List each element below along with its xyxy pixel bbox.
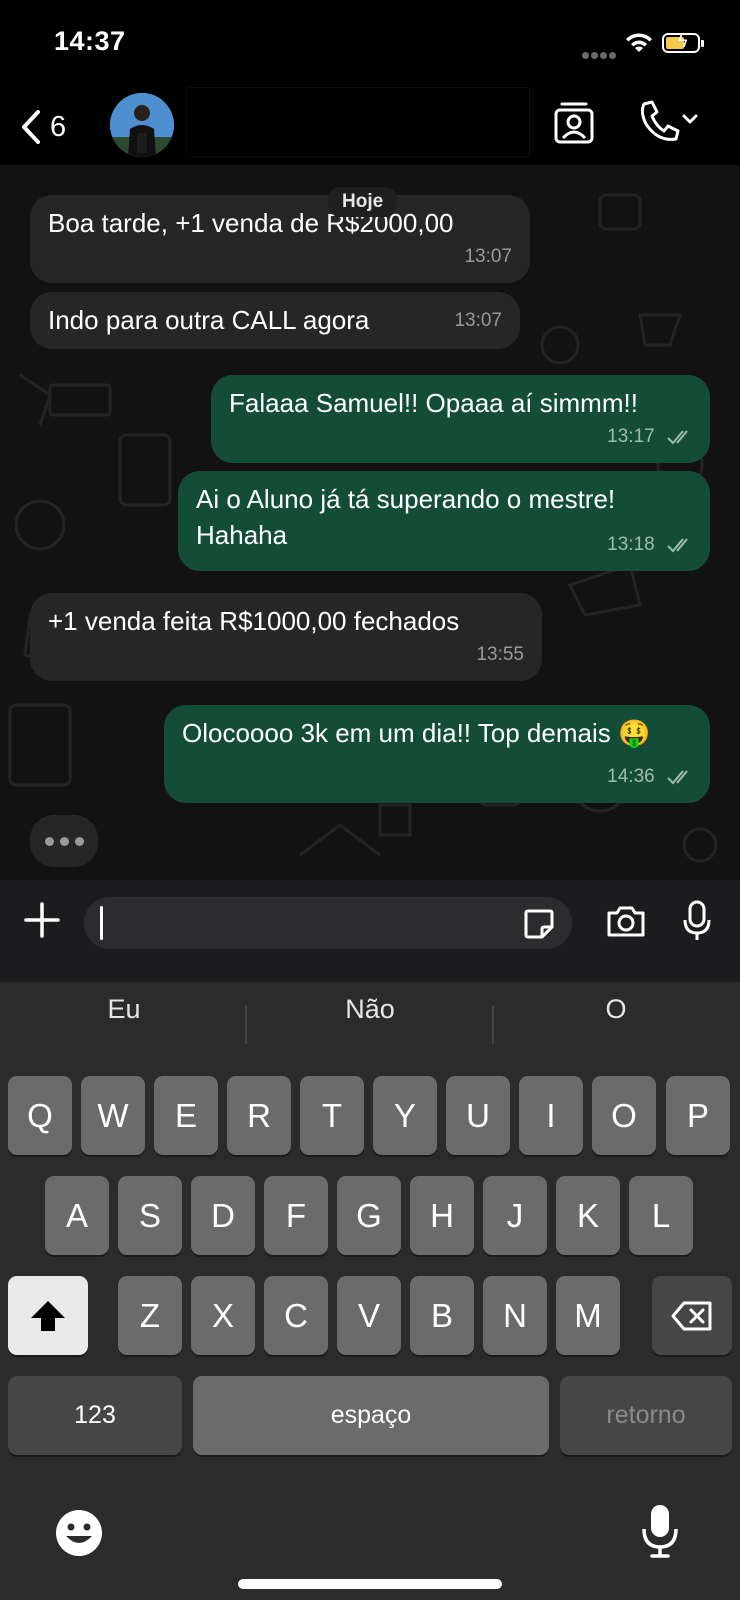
key-a[interactable]: A xyxy=(45,1176,109,1255)
message-time: 13:55 xyxy=(476,644,524,665)
return-key[interactable]: retorno xyxy=(560,1376,732,1455)
key-h[interactable]: H xyxy=(410,1176,474,1255)
shift-key[interactable] xyxy=(8,1276,88,1355)
battery-icon: ϟ xyxy=(662,31,704,53)
key-u[interactable]: U xyxy=(446,1076,510,1155)
key-z[interactable]: Z xyxy=(118,1276,182,1355)
key-i[interactable]: I xyxy=(519,1076,583,1155)
key-v[interactable]: V xyxy=(337,1276,401,1355)
key-g[interactable]: G xyxy=(337,1176,401,1255)
key-t[interactable]: T xyxy=(300,1076,364,1155)
contact-card-icon[interactable] xyxy=(552,98,596,146)
message-bubble-incoming[interactable]: +1 venda feita R$1000,00 fechados 13:55 xyxy=(30,593,542,681)
key-q[interactable]: Q xyxy=(8,1076,72,1155)
unread-count: 6 xyxy=(50,110,67,143)
camera-icon[interactable] xyxy=(605,903,647,939)
message-input[interactable] xyxy=(84,897,572,949)
key-s[interactable]: S xyxy=(118,1176,182,1255)
suggestion-item[interactable]: Eu xyxy=(4,994,244,1025)
key-l[interactable]: L xyxy=(629,1176,693,1255)
plus-icon[interactable] xyxy=(22,900,62,940)
message-time: 13:07 xyxy=(454,310,502,331)
key-o[interactable]: O xyxy=(592,1076,656,1155)
message-time: 13:17 xyxy=(607,426,655,447)
message-list[interactable]: Boa tarde, +1 venda de R$2000,00 13:07 H… xyxy=(0,165,740,880)
numbers-key[interactable]: 123 xyxy=(8,1376,182,1455)
delete-icon xyxy=(671,1301,712,1330)
key-b[interactable]: B xyxy=(410,1276,474,1355)
backspace-key[interactable] xyxy=(652,1276,732,1355)
contact-avatar[interactable] xyxy=(110,93,174,157)
contact-name-redacted[interactable] xyxy=(186,87,530,157)
read-receipt-icon xyxy=(667,770,688,785)
message-time: 13:18 xyxy=(607,534,655,555)
key-r[interactable]: R xyxy=(227,1076,291,1155)
key-j[interactable]: J xyxy=(483,1176,547,1255)
suggestion-bar: Eu Não O xyxy=(0,982,740,1052)
cellular-signal-icon xyxy=(582,46,618,64)
key-f[interactable]: F xyxy=(264,1176,328,1255)
date-divider: Hoje xyxy=(328,187,398,217)
phone-call-icon[interactable] xyxy=(636,98,700,146)
message-text: Olocoooo 3k em um dia!! Top demais 🤑 xyxy=(182,718,651,748)
shift-arrow-icon xyxy=(31,1300,65,1331)
wifi-icon xyxy=(626,33,652,52)
key-m[interactable]: M xyxy=(556,1276,620,1355)
key-e[interactable]: E xyxy=(154,1076,218,1155)
message-time: 13:07 xyxy=(464,246,512,267)
key-w[interactable]: W xyxy=(81,1076,145,1155)
message-text: +1 venda feita R$1000,00 fechados xyxy=(48,606,460,636)
message-bubble-incoming[interactable]: Indo para outra CALL agora 13:07 xyxy=(30,292,520,349)
message-meta: 14:36 xyxy=(607,759,694,795)
message-bubble-outgoing[interactable]: Ai o Aluno já tá superando o mestre! Hah… xyxy=(178,471,710,571)
back-button[interactable]: 6 xyxy=(20,104,66,150)
key-d[interactable]: D xyxy=(191,1176,255,1255)
message-bubble-incoming[interactable]: Boa tarde, +1 venda de R$2000,00 13:07 xyxy=(30,195,530,283)
status-bar: 14:37 ϟ xyxy=(0,0,740,90)
typing-indicator xyxy=(30,815,98,867)
message-bubble-outgoing[interactable]: Olocoooo 3k em um dia!! Top demais 🤑 14:… xyxy=(164,705,710,803)
message-time: 14:36 xyxy=(607,766,655,787)
suggestion-item[interactable]: Não xyxy=(250,994,490,1025)
space-key[interactable]: espaço xyxy=(193,1376,549,1455)
key-y[interactable]: Y xyxy=(373,1076,437,1155)
message-text: Falaaa Samuel!! Opaaa aí simmm!! xyxy=(229,388,638,418)
key-p[interactable]: P xyxy=(666,1076,730,1155)
dictation-microphone-icon[interactable] xyxy=(640,1502,680,1560)
message-meta: 13:18 xyxy=(607,527,694,563)
status-time: 14:37 xyxy=(54,26,126,56)
key-n[interactable]: N xyxy=(483,1276,547,1355)
chevron-left-icon xyxy=(22,110,40,144)
message-bubble-outgoing[interactable]: Falaaa Samuel!! Opaaa aí simmm!! 13:17 xyxy=(211,375,710,463)
composer-bar xyxy=(0,880,740,982)
text-cursor xyxy=(100,906,103,940)
key-x[interactable]: X xyxy=(191,1276,255,1355)
sticker-icon[interactable] xyxy=(522,907,556,941)
emoji-icon[interactable] xyxy=(54,1508,104,1558)
chat-header: 6 xyxy=(0,87,740,165)
message-text: Ai o Aluno já tá superando o mestre! Hah… xyxy=(196,484,616,550)
key-c[interactable]: C xyxy=(264,1276,328,1355)
suggestion-divider xyxy=(492,1006,494,1044)
read-receipt-icon xyxy=(667,430,688,445)
message-text: Indo para outra CALL agora xyxy=(48,305,370,335)
key-k[interactable]: K xyxy=(556,1176,620,1255)
keyboard: Eu Não O Q W E R T Y U I O P A S D F G H… xyxy=(0,982,740,1600)
microphone-icon[interactable] xyxy=(682,899,712,943)
suggestion-divider xyxy=(245,1006,247,1044)
home-indicator[interactable] xyxy=(238,1579,502,1589)
suggestion-item[interactable]: O xyxy=(496,994,736,1025)
read-receipt-icon xyxy=(667,538,688,553)
message-meta: 13:17 xyxy=(607,419,694,455)
